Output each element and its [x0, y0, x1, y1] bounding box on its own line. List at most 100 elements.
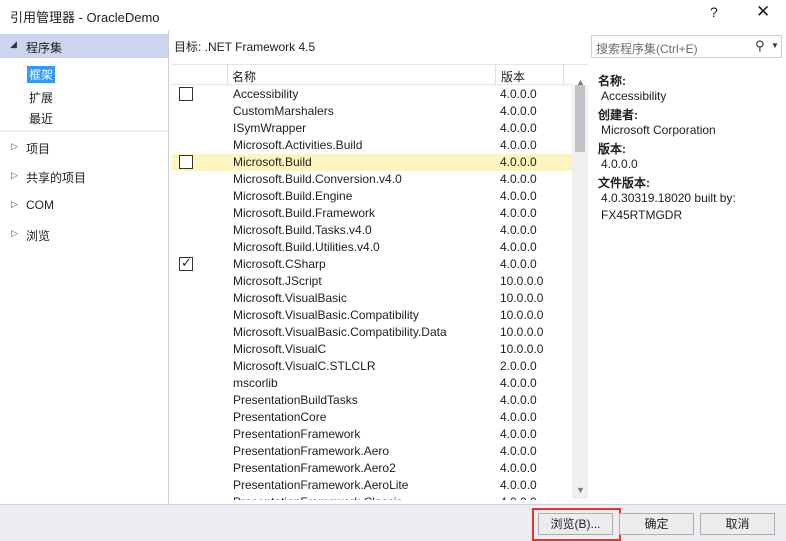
list-item[interactable]: PresentationFramework.Classic 4.0.0.0	[172, 494, 572, 500]
row-checkbox[interactable]	[179, 155, 193, 169]
assembly-list[interactable]: 名称 版本 Accessibility 4.0.0.0 CustomMarshale…	[172, 64, 588, 500]
detail-creator-label: 创建者:	[598, 108, 638, 122]
assembly-version: 4.0.0.0	[500, 206, 537, 220]
nav-group-projects[interactable]: ▷ 项目	[0, 138, 168, 158]
list-item[interactable]: PresentationFramework.AeroLite 4.0.0.0	[172, 477, 572, 494]
assembly-version: 4.0.0.0	[500, 376, 537, 390]
list-item[interactable]: mscorlib 4.0.0.0	[172, 375, 572, 392]
assembly-version: 4.0.0.0	[500, 223, 537, 237]
assembly-version: 10.0.0.0	[500, 308, 544, 322]
search-box[interactable]: 搜索程序集(Ctrl+E) ⚲ ▼	[591, 35, 782, 58]
assembly-version: 10.0.0.0	[500, 291, 544, 305]
list-item[interactable]: PresentationCore 4.0.0.0	[172, 409, 572, 426]
assembly-version: 4.0.0.0	[500, 155, 537, 169]
nav-group-label: COM	[26, 198, 54, 212]
assembly-version: 4.0.0.0	[500, 461, 537, 475]
assembly-name: CustomMarshalers	[233, 104, 334, 118]
list-item[interactable]: Microsoft.VisualC.STLCLR 2.0.0.0	[172, 358, 572, 375]
column-header-version[interactable]: 版本	[501, 68, 525, 85]
assembly-name: PresentationFramework.Aero2	[233, 461, 396, 475]
expand-right-icon: ▷	[11, 170, 18, 180]
nav-group-label: 浏览	[26, 229, 51, 243]
assembly-name: Microsoft.Build.Framework	[233, 206, 376, 220]
nav-group-label: 项目	[26, 142, 51, 156]
assembly-version: 4.0.0.0	[500, 189, 537, 203]
nav-group-shared-projects[interactable]: ▷ 共享的项目	[0, 167, 168, 187]
nav-group-assemblies[interactable]: ◢ 程序集	[0, 34, 168, 58]
row-checkbox[interactable]: ✓	[179, 255, 193, 271]
window-title: 引用管理器 - OracleDemo	[10, 10, 160, 25]
list-item[interactable]: ISymWrapper 4.0.0.0	[172, 120, 572, 137]
list-item[interactable]: PresentationFramework 4.0.0.0	[172, 426, 572, 443]
detail-name-value: Accessibility	[601, 89, 667, 103]
assembly-name: PresentationCore	[233, 410, 327, 424]
search-input[interactable]: 搜索程序集(Ctrl+E)	[596, 40, 698, 57]
expand-right-icon: ▷	[11, 141, 18, 151]
list-item[interactable]: Microsoft.VisualC 10.0.0.0	[172, 341, 572, 358]
scroll-down-icon[interactable]: ▼	[576, 485, 585, 495]
browse-button[interactable]: 浏览(B)...	[538, 513, 613, 535]
list-item[interactable]: Microsoft.Build.Conversion.v4.0 4.0.0.0	[172, 171, 572, 188]
assembly-name: Microsoft.VisualBasic.Compatibility	[233, 308, 419, 322]
list-item[interactable]: Microsoft.JScript 10.0.0.0	[172, 273, 572, 290]
assembly-name: Microsoft.JScript	[233, 274, 322, 288]
list-item[interactable]: Microsoft.Build.Engine 4.0.0.0	[172, 188, 572, 205]
list-item[interactable]: Accessibility 4.0.0.0	[172, 86, 572, 103]
close-button[interactable]: ✕	[756, 2, 770, 22]
nav-group-browse[interactable]: ▷ 浏览	[0, 225, 168, 245]
scrollbar-thumb[interactable]	[575, 85, 585, 152]
list-item[interactable]: ✓ Microsoft.CSharp 4.0.0.0	[172, 255, 572, 273]
assembly-name: Accessibility	[233, 87, 299, 101]
search-icon[interactable]: ⚲	[755, 38, 765, 54]
assembly-version: 4.0.0.0	[500, 495, 537, 500]
assembly-name: Microsoft.Activities.Build	[233, 138, 363, 152]
nav-group-com[interactable]: ▷ COM	[0, 196, 168, 216]
checkmark-icon: ✓	[181, 255, 192, 270]
assembly-name: Microsoft.Build.Conversion.v4.0	[233, 172, 402, 186]
assembly-name: Microsoft.Build.Engine	[233, 189, 353, 203]
list-item[interactable]: Microsoft.Build.Utilities.v4.0 4.0.0.0	[172, 239, 572, 256]
list-item[interactable]: PresentationFramework.Aero 4.0.0.0	[172, 443, 572, 460]
list-item[interactable]: Microsoft.Build 4.0.0.0	[172, 154, 572, 171]
list-item[interactable]: Microsoft.VisualBasic 10.0.0.0	[172, 290, 572, 307]
detail-creator-value: Microsoft Corporation	[601, 123, 716, 137]
assembly-version: 4.0.0.0	[500, 257, 537, 271]
list-header: 名称 版本	[172, 65, 572, 85]
column-header-name[interactable]: 名称	[232, 68, 256, 85]
list-item[interactable]: Microsoft.VisualBasic.Compatibility 10.0.…	[172, 307, 572, 324]
row-checkbox[interactable]	[179, 87, 193, 101]
detail-file-version-label: 文件版本:	[598, 176, 650, 190]
assembly-name: Microsoft.VisualC	[233, 342, 327, 356]
nav-item-extensions[interactable]: 扩展	[29, 89, 53, 106]
list-item[interactable]: Microsoft.VisualBasic.Compatibility.Data…	[172, 324, 572, 341]
dialog-footer: 浏览(B)... 确定 取消	[0, 504, 786, 541]
list-item[interactable]: PresentationFramework.Aero2 4.0.0.0	[172, 460, 572, 477]
assembly-version: 4.0.0.0	[500, 478, 537, 492]
expand-down-icon: ◢	[10, 39, 17, 49]
assembly-name: Microsoft.Build.Utilities.v4.0	[233, 240, 380, 254]
list-item[interactable]: Microsoft.Activities.Build 4.0.0.0	[172, 137, 572, 154]
list-item[interactable]: Microsoft.Build.Tasks.v4.0 4.0.0.0	[172, 222, 572, 239]
details-panel: 名称: Accessibility 创建者: Microsoft Corpora…	[590, 64, 786, 500]
assembly-version: 4.0.0.0	[500, 121, 537, 135]
ok-button[interactable]: 确定	[619, 513, 694, 535]
list-item[interactable]: Microsoft.Build.Framework 4.0.0.0	[172, 205, 572, 222]
nav-item-framework[interactable]: 框架	[27, 66, 56, 83]
assembly-name: Microsoft.CSharp	[233, 257, 326, 271]
help-button[interactable]: ?	[710, 4, 718, 20]
expand-right-icon: ▷	[11, 199, 18, 209]
nav-item-recent[interactable]: 最近	[29, 110, 53, 127]
assembly-name: PresentationFramework	[233, 427, 361, 441]
dropdown-icon[interactable]: ▼	[771, 41, 779, 50]
cancel-button[interactable]: 取消	[700, 513, 775, 535]
assembly-name: Microsoft.VisualC.STLCLR	[233, 359, 376, 373]
assembly-version: 4.0.0.0	[500, 410, 537, 424]
column-divider	[563, 65, 564, 85]
assembly-version: 4.0.0.0	[500, 172, 537, 186]
assembly-name: PresentationFramework.Aero	[233, 444, 390, 458]
assembly-name: ISymWrapper	[233, 121, 307, 135]
list-item[interactable]: PresentationBuildTasks 4.0.0.0	[172, 392, 572, 409]
vertical-scrollbar[interactable]: ▲ ▼	[572, 77, 588, 499]
nav-group-label: 程序集	[26, 41, 63, 55]
list-item[interactable]: CustomMarshalers 4.0.0.0	[172, 103, 572, 120]
